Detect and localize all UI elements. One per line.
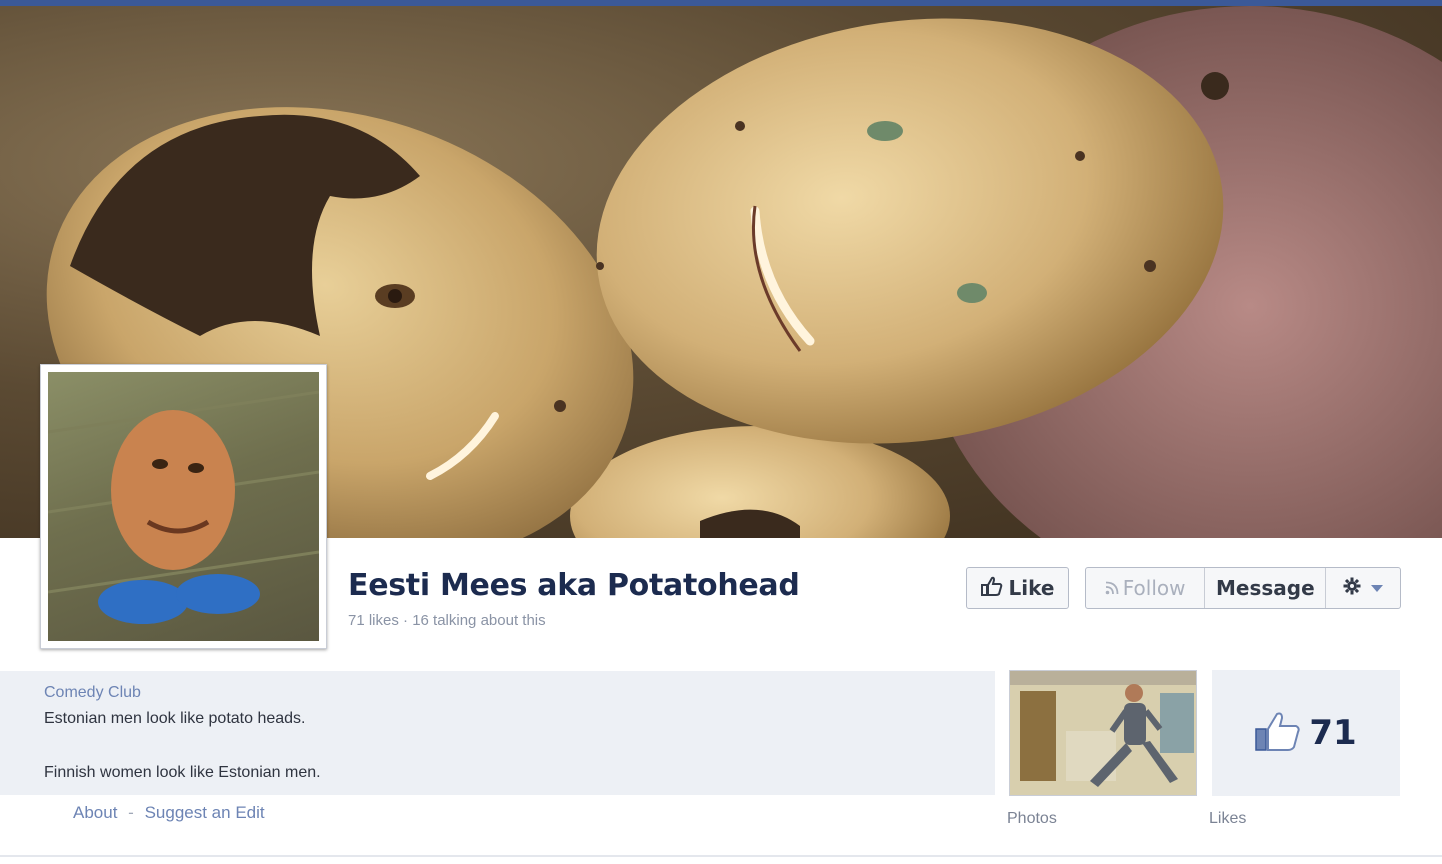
photos-thumbnail xyxy=(1010,671,1196,795)
follow-button-label: Follow xyxy=(1122,576,1186,600)
about-links: About - Suggest an Edit xyxy=(73,803,265,823)
likes-tile[interactable]: 71 xyxy=(1212,670,1400,796)
page-action-group: Follow Message xyxy=(1085,567,1401,609)
page-stats: 71 likes · 16 talking about this xyxy=(348,612,546,629)
link-separator: - xyxy=(128,803,134,822)
caret-down-icon xyxy=(1371,584,1384,592)
profile-picture[interactable] xyxy=(40,364,327,649)
divider xyxy=(0,855,1442,857)
page-category-link[interactable]: Comedy Club xyxy=(44,684,141,702)
like-button-label: Like xyxy=(1008,576,1055,600)
about-description-line-1: Estonian men look like potato heads. xyxy=(44,710,306,727)
potatohead-illustration xyxy=(48,390,319,624)
message-button-label: Message xyxy=(1216,576,1315,600)
page-title: Eesti Mees aka Potatohead xyxy=(348,568,800,603)
thumbs-up-icon xyxy=(1255,711,1301,756)
about-description-line-2: Finnish women look like Estonian men. xyxy=(44,764,321,781)
likes-count: 71 xyxy=(1309,713,1357,753)
photos-label[interactable]: Photos xyxy=(1007,810,1057,828)
thumbs-up-icon xyxy=(980,576,1003,601)
gear-icon xyxy=(1343,576,1361,600)
rss-icon xyxy=(1105,576,1119,600)
likes-label[interactable]: Likes xyxy=(1209,810,1246,828)
photos-tile[interactable] xyxy=(1009,670,1197,796)
suggest-edit-link[interactable]: Suggest an Edit xyxy=(145,803,265,822)
follow-button[interactable]: Follow xyxy=(1086,568,1206,608)
settings-dropdown-button[interactable] xyxy=(1326,568,1400,608)
like-button[interactable]: Like xyxy=(966,567,1069,609)
profile-picture-image xyxy=(48,372,319,641)
about-link[interactable]: About xyxy=(73,803,117,822)
message-button[interactable]: Message xyxy=(1205,568,1327,608)
